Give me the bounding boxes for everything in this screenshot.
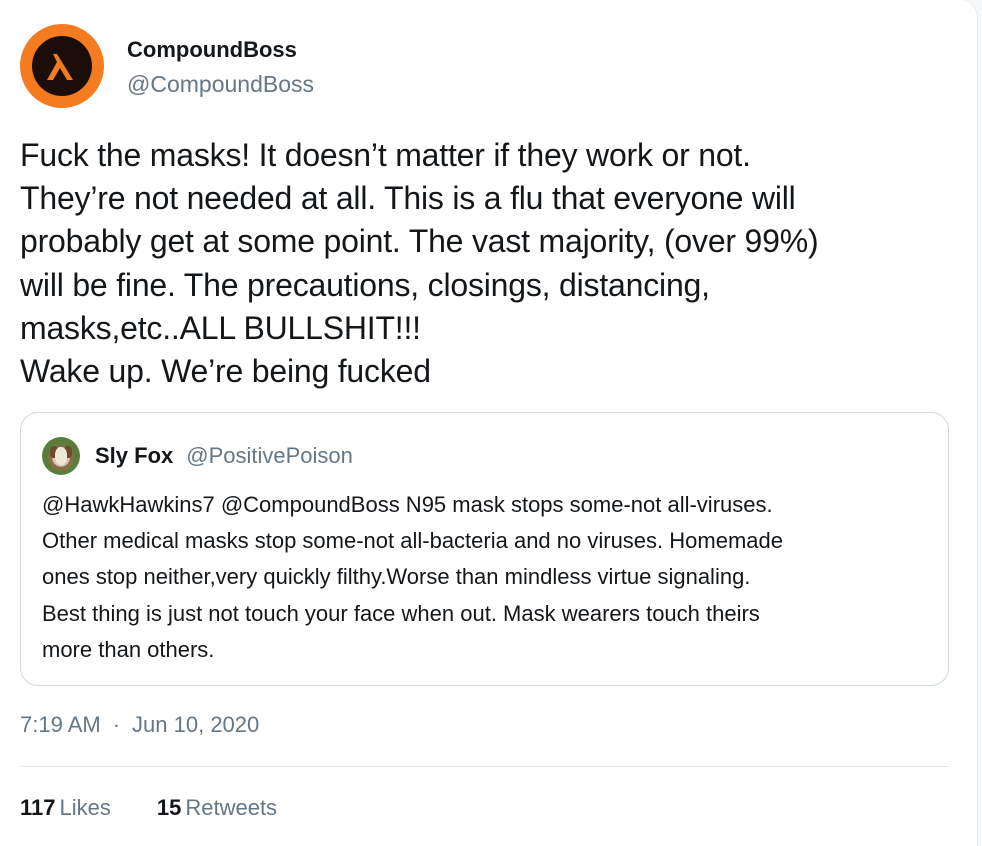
likes-count: 117: [20, 795, 56, 820]
lambda-logo-icon: [32, 36, 92, 96]
author-display-name[interactable]: CompoundBoss: [127, 36, 314, 64]
author-handle[interactable]: @CompoundBoss: [127, 69, 314, 99]
tweet-stats: 117 Likes 15 Retweets: [20, 795, 323, 821]
tweet-time: 7:19 AM: [20, 712, 101, 737]
likes-label: Likes: [59, 795, 111, 820]
retweets-label: Retweets: [185, 795, 278, 820]
tweet-text: Fuck the masks! It doesn’t matter if the…: [20, 137, 819, 390]
retweets-count: 15: [156, 795, 182, 820]
retweets-stat[interactable]: 15 Retweets: [157, 795, 277, 821]
quoted-author-avatar: [42, 437, 80, 475]
quoted-author-name: Sly Fox: [95, 443, 174, 468]
quoted-tweet-text: @HawkHawkins7 @CompoundBoss N95 mask sto…: [42, 492, 783, 662]
tweet-timestamp[interactable]: 7:19 AM · Jun 10, 2020: [20, 712, 259, 738]
meta-separator: ·: [112, 712, 121, 737]
quoted-tweet[interactable]: Sly Fox @PositivePoison @HawkHawkins7 @C…: [20, 412, 949, 686]
likes-stat[interactable]: 117 Likes: [20, 795, 111, 821]
tweet-card: CompoundBoss @CompoundBoss Fuck the mask…: [0, 0, 978, 846]
author-avatar[interactable]: [20, 24, 104, 108]
divider: [20, 766, 949, 767]
tweet-header: CompoundBoss @CompoundBoss: [20, 24, 314, 108]
quoted-author-handle: @PositivePoison: [186, 443, 353, 468]
tweet-date: Jun 10, 2020: [132, 712, 260, 737]
